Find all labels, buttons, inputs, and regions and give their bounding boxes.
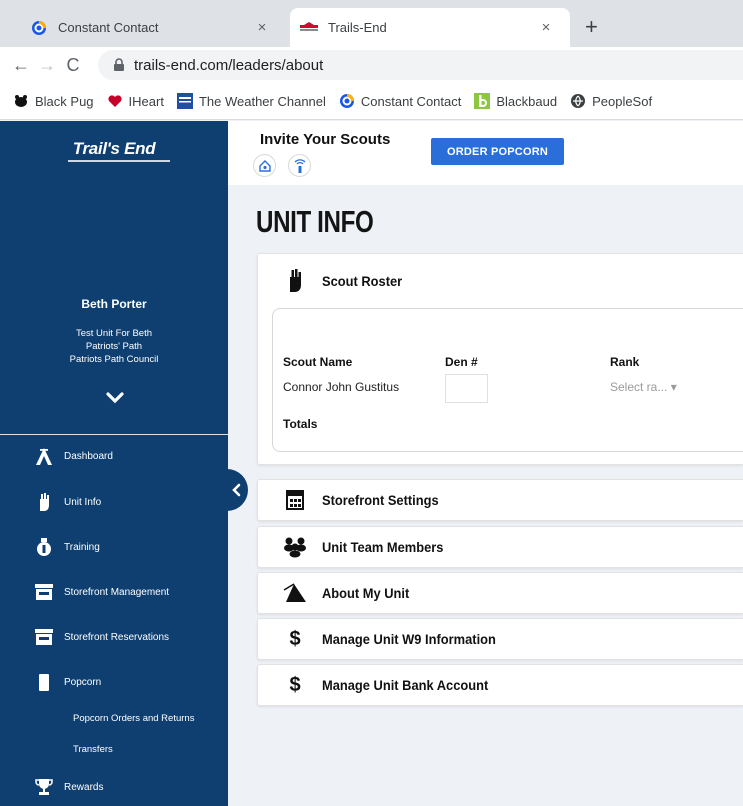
dashboard-tent-icon bbox=[34, 446, 54, 466]
trophy-icon bbox=[34, 777, 54, 797]
bookmark-iheart[interactable]: IHeart bbox=[107, 93, 164, 109]
page-title: UNIT INFO bbox=[256, 204, 374, 239]
section-title: About My Unit bbox=[322, 585, 410, 601]
sidebar: Trail's End Beth Porter Test Unit For Be… bbox=[0, 121, 228, 806]
logo-underline bbox=[68, 160, 170, 162]
invite-home-button[interactable] bbox=[253, 154, 276, 177]
order-popcorn-button[interactable]: ORDER POPCORN bbox=[431, 138, 564, 165]
sidebar-subitem-transfers[interactable]: Transfers bbox=[73, 744, 113, 755]
constant-contact-icon bbox=[339, 93, 355, 109]
bookmark-peoplesoft[interactable]: PeopleSof bbox=[570, 93, 652, 109]
constant-contact-icon bbox=[30, 19, 48, 37]
top-bar: Invite Your Scouts ORDER POPCORN bbox=[228, 121, 743, 185]
column-header-den: Den # bbox=[445, 355, 478, 369]
calculator-icon bbox=[282, 487, 308, 513]
close-tab-icon[interactable]: × bbox=[536, 19, 556, 36]
dollar-icon: $ bbox=[289, 627, 301, 650]
collapse-sidebar-button[interactable] bbox=[224, 469, 248, 511]
rank-select-dropdown[interactable]: Select ra... ▾ bbox=[610, 380, 677, 394]
home-invite-icon bbox=[258, 159, 271, 172]
column-header-rank: Rank bbox=[610, 355, 640, 369]
reload-icon[interactable]: C bbox=[60, 55, 86, 76]
sidebar-divider bbox=[0, 434, 228, 435]
sidebar-item-rewards[interactable]: Rewards bbox=[0, 767, 228, 806]
section-unit-team-members[interactable]: Unit Team Members bbox=[257, 526, 743, 568]
scout-roster-title: Scout Roster bbox=[322, 273, 403, 289]
browser-tab-trails-end[interactable]: Trails-End × bbox=[290, 8, 570, 47]
section-title: Storefront Settings bbox=[322, 492, 439, 508]
pug-icon bbox=[13, 93, 29, 109]
bookmark-blackbaud[interactable]: Blackbaud bbox=[474, 93, 557, 109]
section-manage-w9[interactable]: $ Manage Unit W9 Information bbox=[257, 618, 743, 660]
council-name: Patriots Path Council bbox=[69, 354, 159, 365]
trails-end-favicon bbox=[300, 19, 318, 37]
sidebar-item-storefront-management[interactable]: Storefront Management bbox=[0, 572, 228, 612]
training-icon bbox=[34, 537, 54, 557]
sidebar-item-unit-info[interactable]: Unit Info bbox=[0, 482, 228, 522]
broadcast-icon bbox=[294, 158, 305, 173]
section-title: Unit Team Members bbox=[322, 539, 444, 555]
back-arrow-icon[interactable]: ← bbox=[8, 55, 34, 76]
unit-name: Test Unit For Beth bbox=[75, 328, 153, 339]
scout-roster-header[interactable]: Scout Roster bbox=[258, 254, 743, 308]
bookmark-black-pug[interactable]: Black Pug bbox=[13, 93, 94, 109]
scout-roster-card: Scout Roster Scout Name Den # Rank Conno… bbox=[257, 253, 743, 465]
url-text: trails-end.com/leaders/about bbox=[134, 56, 324, 74]
tent-icon bbox=[282, 580, 308, 606]
bookmark-weather-channel[interactable]: The Weather Channel bbox=[176, 93, 326, 109]
new-tab-button[interactable]: + bbox=[585, 14, 598, 40]
blackbaud-icon bbox=[474, 93, 491, 109]
sidebar-item-storefront-reservations[interactable]: Storefront Reservations bbox=[0, 617, 228, 657]
invite-broadcast-button[interactable] bbox=[288, 154, 311, 177]
hand-icon bbox=[34, 492, 54, 512]
storefront-icon bbox=[34, 582, 54, 602]
scout-roster-table: Scout Name Den # Rank Connor John Gustit… bbox=[272, 308, 743, 452]
chevron-down-icon[interactable] bbox=[106, 391, 124, 405]
sidebar-item-dashboard[interactable]: Dashboard bbox=[0, 436, 228, 476]
district-name: Patriots' Path bbox=[85, 341, 143, 352]
sidebar-item-training[interactable]: Training bbox=[0, 527, 228, 567]
invite-scouts-title: Invite Your Scouts bbox=[260, 131, 391, 148]
totals-label: Totals bbox=[283, 417, 318, 431]
forward-arrow-icon[interactable]: → bbox=[34, 55, 60, 76]
popcorn-icon bbox=[34, 672, 54, 692]
den-number-input[interactable] bbox=[445, 374, 488, 403]
people-group-icon bbox=[282, 534, 308, 560]
hand-icon bbox=[282, 266, 308, 296]
lock-icon bbox=[114, 58, 124, 71]
chevron-left-icon bbox=[232, 483, 241, 497]
section-manage-bank-account[interactable]: $ Manage Unit Bank Account bbox=[257, 664, 743, 706]
browser-tab-constant-contact[interactable]: Constant Contact × bbox=[20, 8, 286, 47]
user-name: Beth Porter bbox=[81, 297, 147, 311]
section-title: Manage Unit Bank Account bbox=[322, 677, 489, 693]
section-storefront-settings[interactable]: Storefront Settings bbox=[257, 479, 743, 521]
column-header-scout-name: Scout Name bbox=[283, 355, 353, 369]
bookmarks-bar: Black Pug IHeart The Weather Channel Con… bbox=[0, 83, 743, 120]
dollar-icon: $ bbox=[289, 673, 301, 696]
browser-tab-strip: Constant Contact × Trails-End × + bbox=[0, 0, 743, 47]
close-tab-icon[interactable]: × bbox=[252, 19, 272, 36]
tab-title: Constant Contact bbox=[58, 20, 159, 35]
storefront-icon bbox=[34, 627, 54, 647]
iheart-icon bbox=[107, 93, 123, 109]
address-bar: ← → C trails-end.com/leaders/about bbox=[0, 47, 743, 83]
url-field[interactable]: trails-end.com/leaders/about bbox=[98, 50, 743, 80]
bookmark-constant-contact[interactable]: Constant Contact bbox=[339, 93, 461, 109]
trails-end-logo[interactable]: Trail's End bbox=[0, 139, 228, 159]
scout-name-cell: Connor John Gustitus bbox=[283, 380, 400, 394]
peoplesoft-icon bbox=[570, 93, 586, 109]
weather-channel-icon bbox=[176, 93, 193, 109]
section-title: Manage Unit W9 Information bbox=[322, 631, 496, 647]
sidebar-item-popcorn[interactable]: Popcorn bbox=[0, 662, 228, 702]
tab-title: Trails-End bbox=[328, 20, 387, 35]
sidebar-subitem-popcorn-orders[interactable]: Popcorn Orders and Returns bbox=[73, 713, 194, 724]
section-about-my-unit[interactable]: About My Unit bbox=[257, 572, 743, 614]
